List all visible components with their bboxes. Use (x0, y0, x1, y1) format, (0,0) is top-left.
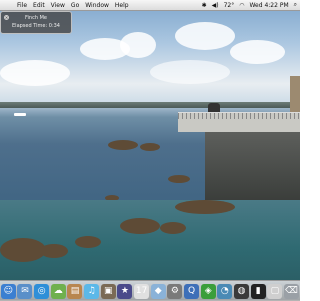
rock (175, 200, 235, 214)
ichat-icon[interactable]: ☁ (50, 283, 66, 299)
preview-icon[interactable]: ◆ (150, 283, 166, 299)
timer-hud-window[interactable]: × Finch Me Elapsed Time: 0:34 (0, 11, 72, 34)
dashboard-icon[interactable]: ◍ (234, 283, 250, 299)
menu-view[interactable]: View (51, 2, 65, 9)
distant-shoreline (0, 102, 300, 108)
cloud (175, 22, 235, 50)
clock[interactable]: Wed 4:22 PM (249, 2, 288, 9)
rock (160, 222, 186, 234)
menu-bar: File Edit View Go Window Help ✱ ◀) 72° ◠… (0, 0, 300, 11)
mail-icon[interactable]: ✉ (17, 283, 33, 299)
system-preferences-icon[interactable]: ⚙ (167, 283, 183, 299)
sound-icon[interactable]: ◀) (212, 2, 219, 9)
cloud (0, 60, 70, 86)
rock (120, 218, 160, 234)
pier-wall (205, 132, 300, 202)
terminal-icon[interactable]: ▮ (250, 283, 266, 299)
shallow-water (0, 200, 300, 280)
rock (75, 236, 101, 248)
cloud (230, 40, 285, 64)
time-machine-icon[interactable]: ◔ (217, 283, 233, 299)
safari-icon[interactable]: ◎ (34, 283, 50, 299)
quicktime-icon[interactable]: Q (184, 283, 200, 299)
ical-icon[interactable]: 17 (134, 283, 150, 299)
finder-icon[interactable]: ☺ (0, 283, 16, 299)
address-book-icon[interactable]: ▤ (67, 283, 83, 299)
elapsed-time: Elapsed Time: 0:34 (12, 23, 60, 29)
app-store-icon[interactable]: ◈ (200, 283, 216, 299)
menu-extras: ✱ ◀) 72° ◠ Wed 4:22 PM ⌕ (197, 0, 297, 10)
hud-title: Finch Me (25, 15, 47, 21)
imovie-icon[interactable]: ★ (117, 283, 133, 299)
cloud (150, 60, 230, 84)
bluetooth-icon[interactable]: ✱ (202, 2, 207, 9)
menu-edit[interactable]: Edit (33, 2, 45, 9)
menu-file[interactable]: File (17, 2, 27, 9)
rock (40, 244, 68, 258)
trash-icon[interactable]: ⌫ (283, 283, 299, 299)
rock (108, 140, 138, 150)
wifi-icon[interactable]: ◠ (239, 2, 244, 9)
itunes-icon[interactable]: ♫ (84, 283, 100, 299)
battery-status[interactable]: 72° (224, 2, 235, 9)
building (290, 76, 300, 114)
pier-railing (178, 112, 300, 119)
iphoto-icon[interactable]: ▣ (100, 283, 116, 299)
spotlight-icon[interactable]: ⌕ (294, 1, 297, 9)
rock (140, 143, 160, 151)
widget-icon[interactable]: ▢ (267, 283, 283, 299)
boat (14, 113, 26, 116)
menu-go[interactable]: Go (71, 2, 79, 9)
desktop-wallpaper (0, 0, 300, 300)
dock: ☺ ✉ ◎ ☁ ▤ ♫ ▣ ★ 17 ◆ ⚙ Q ◈ ◔ ◍ ▮ ▢ ⌫ (0, 280, 300, 301)
menu-window[interactable]: Window (85, 2, 109, 9)
menu-help[interactable]: Help (115, 2, 129, 9)
rock (168, 175, 190, 183)
cloud (120, 32, 156, 58)
